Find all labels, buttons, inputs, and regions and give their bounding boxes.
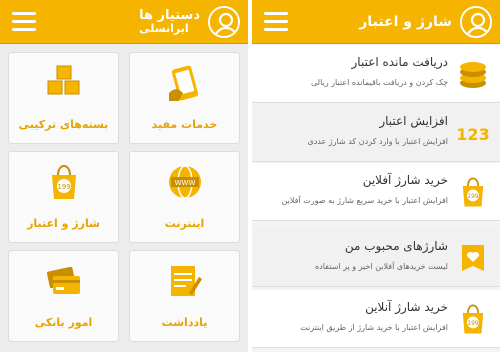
- coins-icon: [460, 62, 486, 88]
- avatar-icon[interactable]: [460, 6, 492, 38]
- list-item-subtitle: افزایش اعتبار با خرید شارژ از طریق اینتر…: [300, 323, 448, 332]
- avatar-icon[interactable]: [208, 6, 240, 38]
- tile-charge-credit[interactable]: شارژ و اعتبار: [8, 151, 119, 243]
- tile-banking[interactable]: امور بانکی: [8, 250, 119, 342]
- boxes-icon: [47, 65, 79, 95]
- svg-text:WWW: WWW: [174, 179, 195, 187]
- list-item-subtitle: افزایش اعتبار با وارد کردن کد شارژ عددی: [307, 137, 448, 146]
- app-title: دستیار ها ایرانسلی: [139, 0, 200, 44]
- list-item-title: شارژهای محبوب من: [344, 239, 448, 253]
- numbers-123-icon: 123: [456, 125, 489, 144]
- tile-label: بسته‌های ترکیبی: [18, 118, 109, 131]
- tile-label: شارژ و اعتبار: [27, 217, 100, 230]
- list-item-title: خرید شارژ آنلاین: [365, 300, 448, 314]
- app-title-line-2: ایرانسلی: [139, 22, 189, 35]
- phone-hand-icon: [168, 65, 198, 101]
- hamburger-menu-icon[interactable]: [264, 12, 288, 32]
- tile-label: امور بانکی: [34, 316, 93, 329]
- app-bar: دستیار ها ایرانسلی: [0, 0, 248, 44]
- notepad-pencil-icon: [170, 266, 202, 296]
- globe-www-icon: WWW: [168, 165, 201, 199]
- tile-label: خدمات مفید: [151, 118, 218, 131]
- list-item-subtitle: لیست خریدهای آفلاین اخیر و پر استفاده: [314, 262, 448, 271]
- tile-notes[interactable]: یادداشت: [129, 250, 240, 342]
- heart-tag-icon: [462, 245, 484, 271]
- shopping-bag-icon: [456, 175, 490, 209]
- list-item-title: افزایش اعتبار: [379, 114, 448, 128]
- list-item-online-charge[interactable]: خرید شارژ آنلاین افزایش اعتبار با خرید ش…: [252, 290, 500, 348]
- hamburger-menu-icon[interactable]: [12, 12, 36, 32]
- tile-bundles[interactable]: بسته‌های ترکیبی: [8, 52, 119, 144]
- list-item-title: خرید شارژ آفلاین: [362, 173, 448, 187]
- list-item-subtitle: چک کردن و دریافت باقیمانده اعتبار ریالی: [311, 78, 448, 87]
- tile-useful-services[interactable]: خدمات مفید: [129, 52, 240, 144]
- home-screen: دستیار ها ایرانسلی خدمات مفید بسته‌های ت…: [0, 0, 248, 352]
- list-item-favorite-charges[interactable]: شارژهای محبوب من لیست خریدهای آفلاین اخی…: [252, 229, 500, 287]
- app-title-line-1: دستیار ها: [139, 8, 200, 23]
- shopping-bag-icon: [456, 302, 490, 336]
- screen-title: شارژ و اعتبار: [359, 0, 452, 44]
- bank-cards-icon: [46, 266, 80, 294]
- tile-internet[interactable]: WWW اینترنت: [129, 151, 240, 243]
- screen-title-text: شارژ و اعتبار: [359, 14, 452, 30]
- list-item-title: دریافت مانده اعتبار: [351, 55, 448, 69]
- list-item-balance[interactable]: دریافت مانده اعتبار چک کردن و دریافت باق…: [252, 45, 500, 103]
- list-item-increase-credit[interactable]: 123 افزایش اعتبار افزایش اعتبار با وارد …: [252, 104, 500, 162]
- list-item-offline-charge[interactable]: خرید شارژ آفلاین افزایش اعتبار با خرید س…: [252, 163, 500, 221]
- app-bar: شارژ و اعتبار: [252, 0, 500, 44]
- tile-label: یادداشت: [161, 316, 208, 329]
- charge-credit-screen: شارژ و اعتبار دریافت مانده اعتبار چک کرد…: [252, 0, 500, 352]
- tile-label: اینترنت: [164, 217, 205, 230]
- svg-text:123: 123: [456, 125, 489, 144]
- shopping-bag-icon: [44, 162, 84, 202]
- list-item-subtitle: افزایش اعتبار با خرید سریع شارژ به صورت …: [281, 196, 448, 205]
